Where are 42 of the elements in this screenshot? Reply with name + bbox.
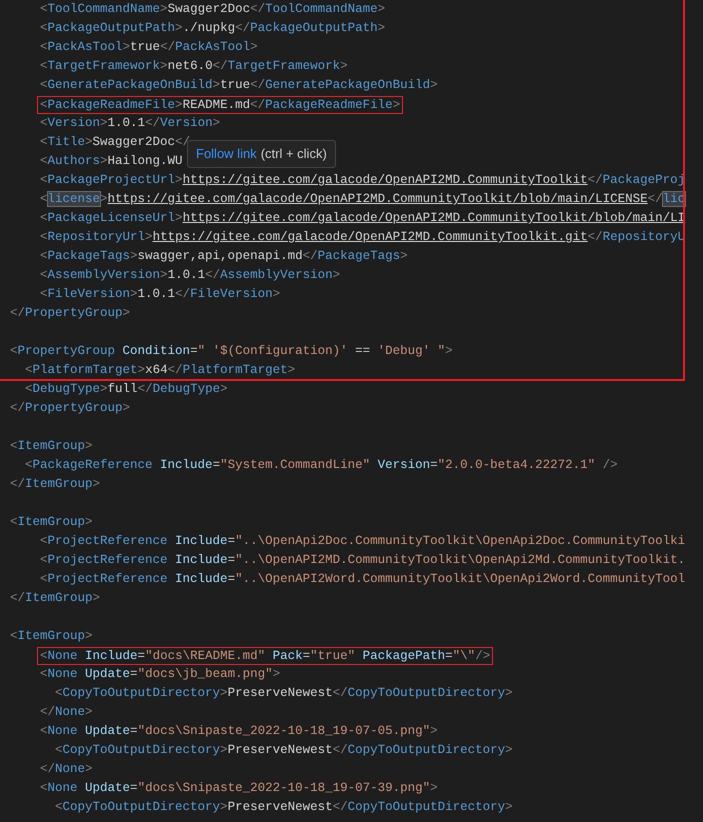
code-line: <ProjectReference Include="..\OpenAPI2MD.CommunityToolkit\OpenApi2Md.CommunityToolkit.: [39, 552, 686, 569]
code-line: <PackageProjectUrl>https://gitee.com/galacode/OpenAPI2MD.CommunityToolkit</PackageProj: [39, 172, 686, 189]
code-line: <None Update="docs\Snipaste_2022-10-18_19-07-39.png">: [39, 780, 438, 797]
code-line: </None>: [39, 704, 93, 721]
code-line: <CopyToOutputDirectory>PreserveNewest</CopyToOutputDirectory>: [54, 799, 513, 816]
code-line: </ItemGroup>: [10, 590, 100, 607]
code-line: <ToolCommandName>Swagger2Doc</ToolCommandName>: [39, 1, 386, 18]
link[interactable]: https://gitee.com/galacode/OpenAPI2MD.CommunityToolkit: [182, 173, 588, 187]
code-line: <Title>Swagger2Doc</: [39, 134, 190, 151]
code-line: <None Update="docs\jb_beam.png">: [39, 666, 280, 683]
tooltip-hint: (ctrl + click): [260, 145, 327, 164]
code-line: <PropertyGroup Condition=" '$(Configuration)' == 'Debug' ">: [10, 343, 453, 360]
code-line: <ProjectReference Include="..\OpenApi2Doc.CommunityToolkit\OpenApi2Doc.CommunityToolki: [39, 533, 686, 550]
code-line: <PackageTags>swagger,api,openapi.md</PackageTags>: [39, 248, 408, 265]
code-line: <PackageReference Include="System.CommandLine" Version="2.0.0-beta4.22272.1" />: [24, 457, 618, 474]
code-line: <Authors>Hailong.WU: [39, 153, 183, 170]
code-line: </PropertyGroup>: [10, 305, 130, 322]
code-line: <PackageLicenseUrl>https://gitee.com/galacode/OpenAPI2MD.CommunityToolkit/blob/main/LI: [39, 210, 686, 227]
code-line: </ItemGroup>: [10, 476, 100, 493]
code-line: <None Update="docs\Snipaste_2022-10-18_19-07-05.png">: [39, 723, 438, 740]
code-line: <CopyToOutputDirectory>PreserveNewest</CopyToOutputDirectory>: [54, 742, 513, 759]
code-line: <TargetFramework>net6.0</TargetFramework>: [39, 58, 348, 75]
link[interactable]: https://gitee.com/galacode/OpenAPI2MD.CommunityToolkit.git: [152, 230, 588, 244]
code-line: <PlatformTarget>x64</PlatformTarget>: [24, 362, 296, 379]
code-line: <FileVersion>1.0.1</FileVersion>: [39, 286, 280, 303]
code-line: <DebugType>full</DebugType>: [24, 381, 228, 398]
code-line: <GeneratePackageOnBuild>true</GeneratePackageOnBuild>: [39, 77, 438, 94]
code-line: <AssemblyVersion>1.0.1</AssemblyVersion>: [39, 267, 340, 284]
code-line: <PackAsTool>true</PackAsTool>: [39, 39, 258, 56]
code-line: <ItemGroup>: [10, 628, 93, 645]
code-line: <CopyToOutputDirectory>PreserveNewest</CopyToOutputDirectory>: [54, 685, 513, 702]
code-line: <PackageOutputPath>./nupkg</PackageOutputPath>: [39, 20, 386, 37]
code-line: </None>: [39, 761, 93, 778]
code-line: <RepositoryUrl>https://gitee.com/galacode/OpenAPI2MD.CommunityToolkit.git</RepositoryU: [39, 229, 686, 246]
code-line: </PropertyGroup>: [10, 400, 130, 417]
code-line: <Version>1.0.1</Version>: [39, 115, 220, 132]
link[interactable]: https://gitee.com/galacode/OpenAPI2MD.CommunityToolkit/blob/main/LI: [182, 211, 686, 225]
link[interactable]: https://gitee.com/galacode/OpenAPI2MD.CommunityToolkit/blob/main/LICENSE: [108, 192, 648, 206]
code-line: <ItemGroup>: [10, 514, 93, 531]
code-line: <ProjectReference Include="..\OpenAPI2Word.CommunityToolkit\OpenApi2Word.CommunityTool: [39, 571, 686, 588]
tooltip-link[interactable]: Follow link: [196, 144, 257, 164]
code-line: <ItemGroup>: [10, 438, 93, 455]
